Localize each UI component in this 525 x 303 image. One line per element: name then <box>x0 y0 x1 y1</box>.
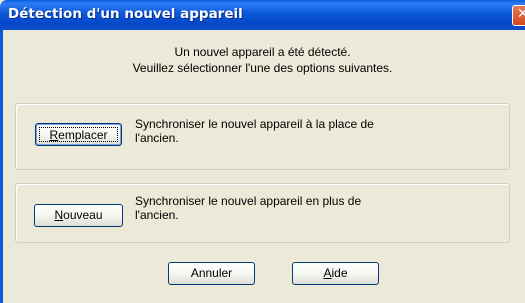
new-option-group: Nouveau Synchroniser le nouvel appareil … <box>15 183 510 243</box>
help-button-mnemonic: A <box>323 266 332 280</box>
new-desc-line-1: Synchroniser le nouvel appareil en plus … <box>135 194 362 208</box>
cancel-button[interactable]: Annuler <box>168 262 255 285</box>
new-button-mnemonic: N <box>54 208 64 222</box>
replace-desc-line-1: Synchroniser le nouvel appareil à la pla… <box>135 117 374 131</box>
new-description: Synchroniser le nouvel appareil en plus … <box>135 194 361 222</box>
replace-description: Synchroniser le nouvel appareil à la pla… <box>135 117 374 145</box>
close-button[interactable]: ✕ <box>512 5 525 26</box>
window-title: Détection d'un nouvel appareil <box>8 6 243 22</box>
intro-line-2: Veuillez sélectionner l'une des options … <box>132 61 393 75</box>
replace-button-label: emplacer <box>58 128 108 142</box>
help-button-label: ide <box>331 266 348 280</box>
new-button-label: ouveau <box>63 208 103 222</box>
close-icon: ✕ <box>517 6 525 22</box>
intro-line-1: Un nouvel appareil a été détecté. <box>174 45 351 59</box>
replace-button[interactable]: Remplacer <box>35 123 122 146</box>
cancel-button-label: Annuler <box>190 266 233 280</box>
replace-option-group: Remplacer Synchroniser le nouvel apparei… <box>15 103 510 170</box>
title-bar[interactable]: Détection d'un nouvel appareil ✕ <box>0 0 525 30</box>
new-desc-line-2: l'ancien. <box>135 208 179 222</box>
intro-message: Un nouvel appareil a été détecté. Veuill… <box>0 44 525 76</box>
new-button[interactable]: Nouveau <box>34 204 123 227</box>
replace-desc-line-2: l'ancien. <box>135 131 179 145</box>
help-button[interactable]: Aide <box>292 262 379 285</box>
replace-button-mnemonic: R <box>49 128 59 142</box>
